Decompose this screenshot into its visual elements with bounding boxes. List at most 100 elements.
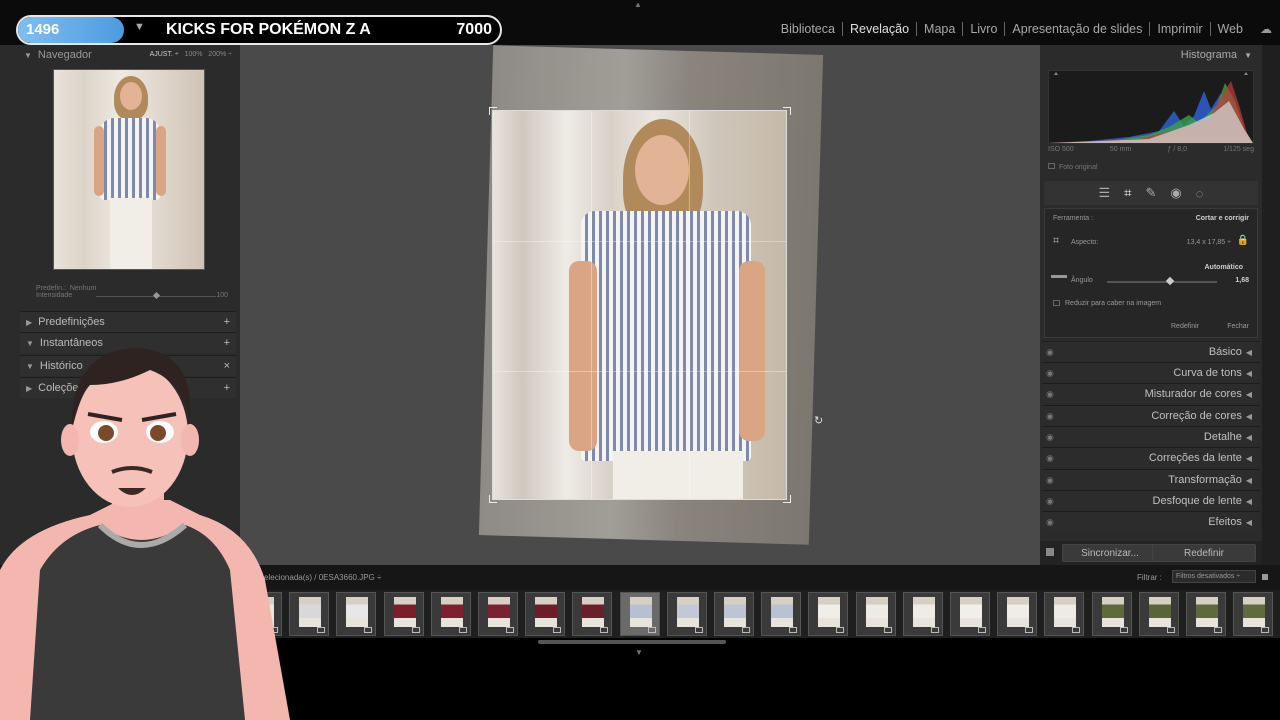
red-eye-icon[interactable]: ◉ bbox=[1170, 185, 1181, 201]
collapse-top-panel-icon[interactable]: ▲ bbox=[634, 0, 642, 9]
filmstrip-thumbnail[interactable] bbox=[1138, 592, 1179, 636]
filmstrip-thumbnail[interactable] bbox=[572, 592, 613, 636]
histogram[interactable] bbox=[1048, 70, 1254, 144]
crop-close-button[interactable]: Fechar bbox=[1227, 323, 1249, 330]
eye-icon[interactable]: ◉ bbox=[1046, 384, 1054, 404]
crop-frame-icon[interactable]: ⌗ bbox=[1053, 235, 1059, 248]
streamer-avatar bbox=[0, 348, 290, 720]
zoom-200[interactable]: 200% bbox=[208, 51, 226, 58]
filmstrip-thumbnail[interactable] bbox=[666, 592, 707, 636]
crop-handle-top-left[interactable] bbox=[489, 107, 497, 115]
eye-icon[interactable]: ◉ bbox=[1046, 448, 1054, 468]
module-imprimir[interactable]: Imprimir bbox=[1149, 22, 1209, 36]
navigator-preview[interactable] bbox=[53, 69, 205, 270]
filmstrip-scrollbar[interactable] bbox=[538, 640, 726, 644]
zoom-100[interactable]: 100% bbox=[185, 51, 203, 58]
eye-icon[interactable]: ◉ bbox=[1046, 491, 1054, 511]
eye-icon[interactable]: ◉ bbox=[1046, 512, 1054, 532]
filmstrip-thumbnail[interactable] bbox=[383, 592, 424, 636]
thumbnail-image bbox=[488, 597, 510, 627]
filter-lock-icon[interactable] bbox=[1262, 574, 1268, 580]
angle-value[interactable]: 1,68 bbox=[1235, 277, 1249, 284]
auto-sync-toggle[interactable] bbox=[1046, 548, 1054, 556]
sync-button[interactable]: Sincronizar... bbox=[1062, 544, 1158, 562]
section-detalhe[interactable]: ◉ Detalhe ◀ bbox=[1042, 426, 1260, 446]
module-mapa[interactable]: Mapa bbox=[916, 22, 962, 36]
thumbnail-image bbox=[535, 597, 558, 627]
crop-handle-top-right[interactable] bbox=[783, 107, 791, 115]
module-livro[interactable]: Livro bbox=[962, 22, 1004, 36]
filmstrip-thumbnail[interactable] bbox=[761, 592, 802, 636]
cloud-icon[interactable]: ☁ bbox=[1260, 22, 1272, 36]
add-icon[interactable]: + bbox=[224, 312, 230, 333]
navigator-header[interactable]: ▼ Navegador AJUST. ÷ 100% 200% ÷ bbox=[20, 45, 236, 65]
histogram-header[interactable]: Histograma ▼ bbox=[1181, 49, 1252, 61]
crop-tool-icon[interactable]: ⌗ bbox=[1124, 185, 1131, 201]
section-correcao-cores[interactable]: ◉ Correção de cores ◀ bbox=[1042, 405, 1260, 425]
filmstrip-thumbnail[interactable] bbox=[1186, 592, 1226, 636]
level-tool-icon[interactable] bbox=[1051, 275, 1067, 278]
collapse-filmstrip-icon[interactable]: ▼ bbox=[635, 648, 643, 657]
section-transformacao[interactable]: ◉ Transformação ◀ bbox=[1042, 469, 1260, 489]
section-efeitos[interactable]: ◉ Efeitos ◀ bbox=[1042, 511, 1260, 531]
filmstrip-thumbnail[interactable] bbox=[1091, 592, 1132, 636]
eraser-icon[interactable]: ✎ bbox=[1146, 185, 1157, 201]
triangle-down-icon: ▼ bbox=[1244, 51, 1252, 60]
reset-button[interactable]: Redefinir bbox=[1152, 544, 1256, 562]
triangle-right-icon: ▶ bbox=[26, 318, 33, 327]
filmstrip-thumbnail[interactable] bbox=[855, 592, 896, 636]
eye-icon[interactable]: ◉ bbox=[1046, 470, 1054, 490]
eye-icon[interactable]: ◉ bbox=[1046, 427, 1054, 447]
crop-handle-bottom-left[interactable] bbox=[489, 495, 497, 503]
module-biblioteca[interactable]: Biblioteca bbox=[774, 22, 842, 36]
filmstrip-thumbnail[interactable] bbox=[902, 592, 943, 636]
section-desfoque-lente[interactable]: ◉ Desfoque de lente ◀ bbox=[1042, 490, 1260, 510]
module-revelacao[interactable]: Revelação bbox=[841, 22, 916, 36]
section-label: Básico bbox=[1208, 346, 1242, 358]
eye-icon[interactable]: ◉ bbox=[1046, 363, 1054, 383]
amount-slider-knob[interactable] bbox=[152, 291, 161, 300]
filmstrip-thumbnail[interactable] bbox=[336, 592, 377, 636]
filmstrip-thumbnail[interactable] bbox=[1044, 592, 1085, 636]
sliders-icon[interactable]: ☰ bbox=[1099, 185, 1111, 201]
crop-reset-button[interactable]: Redefinir bbox=[1171, 323, 1199, 330]
crop-handle-bottom-right[interactable] bbox=[783, 495, 791, 503]
section-curva-de-tons[interactable]: ◉ Curva de tons ◀ bbox=[1042, 362, 1260, 382]
module-apresentacao[interactable]: Apresentação de slides bbox=[1004, 22, 1149, 36]
filmstrip-thumbnail[interactable] bbox=[478, 592, 518, 636]
original-photo-label: Foto original bbox=[1059, 164, 1098, 171]
filmstrip-thumbnail[interactable] bbox=[619, 592, 660, 636]
section-basico[interactable]: ◉ Básico ◀ bbox=[1042, 341, 1260, 361]
checkbox[interactable] bbox=[1053, 300, 1060, 306]
filmstrip-thumbnail[interactable] bbox=[997, 592, 1038, 636]
section-misturador[interactable]: ◉ Misturador de cores ◀ bbox=[1042, 383, 1260, 403]
lock-icon[interactable]: 🔒 bbox=[1237, 235, 1249, 246]
masking-icon[interactable]: ◌ bbox=[1196, 186, 1204, 201]
filmstrip-thumbnail[interactable] bbox=[289, 592, 330, 636]
section-predefinicoes[interactable]: ▶ Predefinições + bbox=[20, 311, 236, 332]
navigator-zoom-options[interactable]: AJUST. ÷ 100% 200% ÷ bbox=[150, 45, 232, 65]
checkbox[interactable] bbox=[1048, 163, 1055, 169]
original-photo-toggle[interactable]: Foto original bbox=[1048, 163, 1098, 171]
filter-select[interactable]: Filtros desativados ÷ bbox=[1172, 570, 1256, 583]
zoom-fit[interactable]: AJUST. ÷ bbox=[150, 51, 179, 58]
aspect-value[interactable]: 13,4 x 17,85 ÷ bbox=[1187, 239, 1231, 246]
crop-area[interactable] bbox=[492, 110, 787, 500]
filmstrip-thumbnail[interactable] bbox=[1233, 592, 1274, 636]
edited-badge-icon bbox=[1261, 627, 1270, 633]
right-panel-edge[interactable] bbox=[1262, 45, 1280, 565]
filmstrip-thumbnail[interactable] bbox=[525, 592, 566, 636]
filmstrip-thumbnail[interactable] bbox=[430, 592, 471, 636]
eye-icon[interactable]: ◉ bbox=[1046, 342, 1054, 362]
filmstrip-thumbnail[interactable] bbox=[808, 592, 849, 636]
preset-amount-row: Predefin.: Nenhum Intensidade 100 bbox=[20, 285, 236, 307]
filmstrip-thumbnail[interactable] bbox=[714, 592, 754, 636]
filmstrip-thumbnail[interactable] bbox=[950, 592, 990, 636]
angle-slider[interactable] bbox=[1107, 276, 1217, 286]
angle-slider-knob[interactable] bbox=[1166, 276, 1175, 286]
eye-icon[interactable]: ◉ bbox=[1046, 406, 1054, 426]
section-correcoes-lente[interactable]: ◉ Correções da lente ◀ bbox=[1042, 447, 1260, 467]
module-web[interactable]: Web bbox=[1209, 22, 1250, 36]
auto-button[interactable]: Automático bbox=[1205, 264, 1244, 271]
edited-badge-icon bbox=[1214, 627, 1222, 633]
